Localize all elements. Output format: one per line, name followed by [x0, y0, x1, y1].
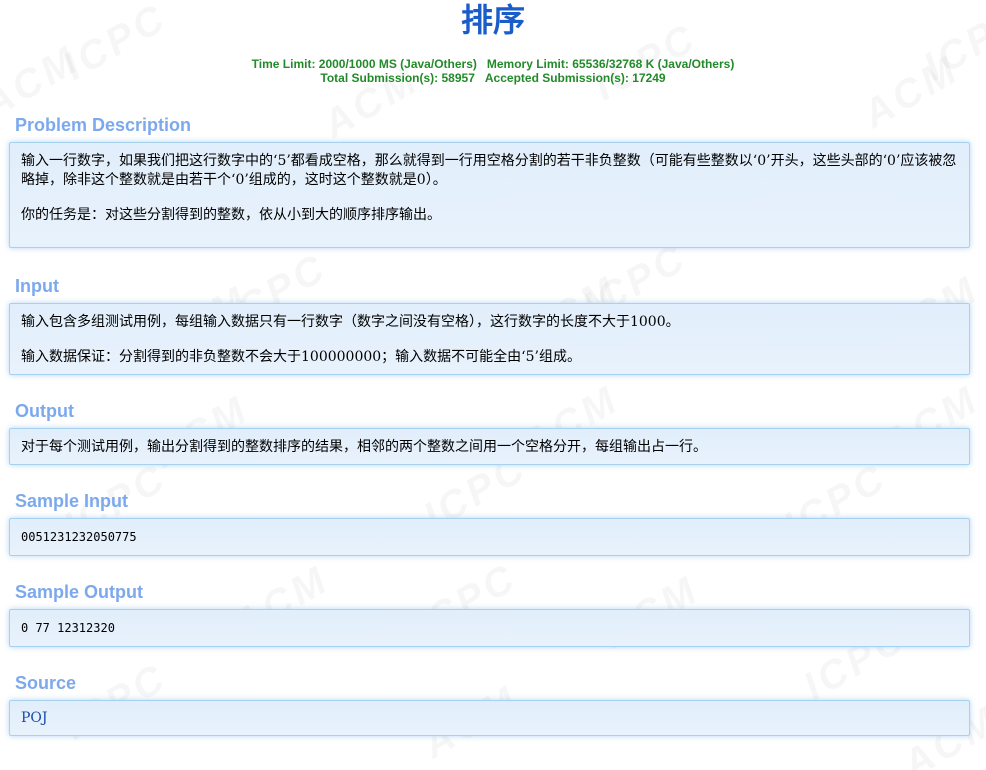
description-heading: Problem Description [15, 115, 192, 135]
memory-limit: Memory Limit: 65536/32768 K (Java/Others… [486, 57, 735, 71]
time-limit: Time Limit: 2000/1000 MS (Java/Others) [251, 57, 477, 71]
source-panel: POJ [9, 700, 970, 736]
input-panel: 输入包含多组测试用例，每组输入数据只有一行数字（数字之间没有空格），这行数字的长… [9, 303, 970, 375]
page-title: 排序 [460, 2, 525, 38]
accepted-submissions: Accepted Submission(s): 17249 [484, 71, 666, 85]
source-heading: Source [15, 673, 77, 693]
sample-input-heading: Sample Input [15, 491, 129, 511]
input-paragraph: 输入包含多组测试用例，每组输入数据只有一行数字（数字之间没有空格），这行数字的长… [21, 314, 680, 330]
sample-output-heading: Sample Output [15, 582, 144, 602]
total-submissions: Total Submission(s): 58957 [320, 71, 475, 85]
description-panel: 输入一行数字，如果我们把这行数字中的‘5’都看成空格，那么就得到一行用空格分割的… [9, 142, 970, 248]
input-paragraph: 输入数据保证：分割得到的非负整数不会大于100000000；输入数据不可能全由‘… [21, 349, 581, 365]
sample-input-panel[interactable]: 0051231232050775 [9, 518, 970, 556]
source-link[interactable]: POJ [21, 710, 48, 726]
sample-output-text[interactable]: 0 77 12312320 [21, 621, 115, 635]
description-paragraph: 输入一行数字，如果我们把这行数字中的‘5’都看成空格，那么就得到一行用空格分割的… [21, 153, 957, 188]
input-heading: Input [15, 276, 59, 296]
output-heading: Output [15, 401, 74, 421]
description-paragraph: 你的任务是：对这些分割得到的整数，依从小到大的顺序排序输出。 [21, 207, 441, 223]
output-panel: 对于每个测试用例，输出分割得到的整数排序的结果，相邻的两个整数之间用一个空格分开… [9, 428, 970, 465]
output-paragraph: 对于每个测试用例，输出分割得到的整数排序的结果，相邻的两个整数之间用一个空格分开… [21, 439, 707, 455]
problem-limits: Time Limit: 2000/1000 MS (Java/Others) Me… [0, 57, 986, 85]
sample-output-panel[interactable]: 0 77 12312320 [9, 609, 970, 647]
problem-page: 排序 Time Limit: 2000/1000 MS (Java/Others… [0, 0, 986, 736]
sample-input-text[interactable]: 0051231232050775 [21, 530, 137, 544]
